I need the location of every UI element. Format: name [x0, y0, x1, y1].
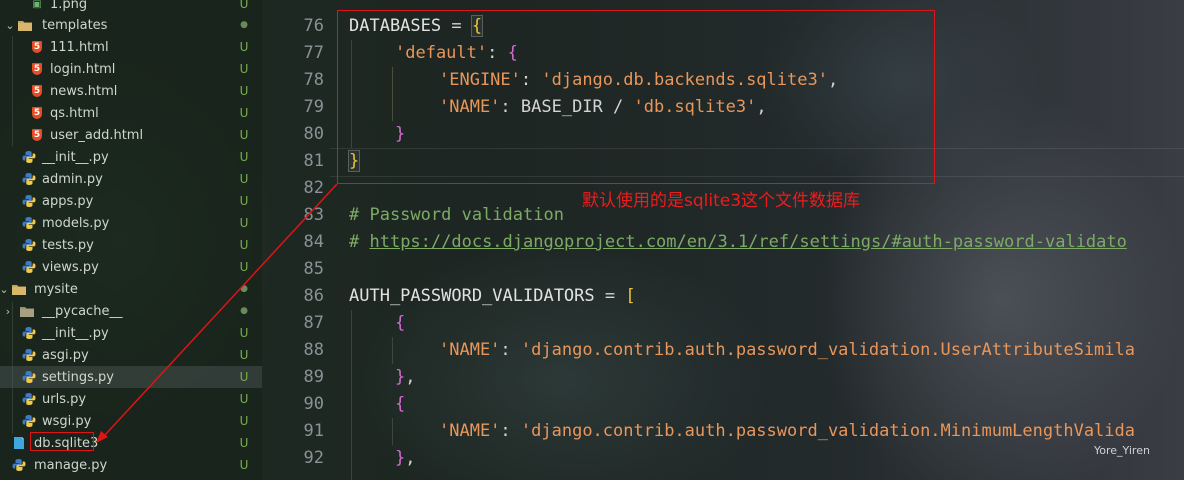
annotation-text: 默认使用的是sqlite3这个文件数据库: [582, 191, 861, 211]
annotation-arrow: [96, 183, 338, 443]
watermark: Yore_Yiren: [1094, 444, 1150, 457]
